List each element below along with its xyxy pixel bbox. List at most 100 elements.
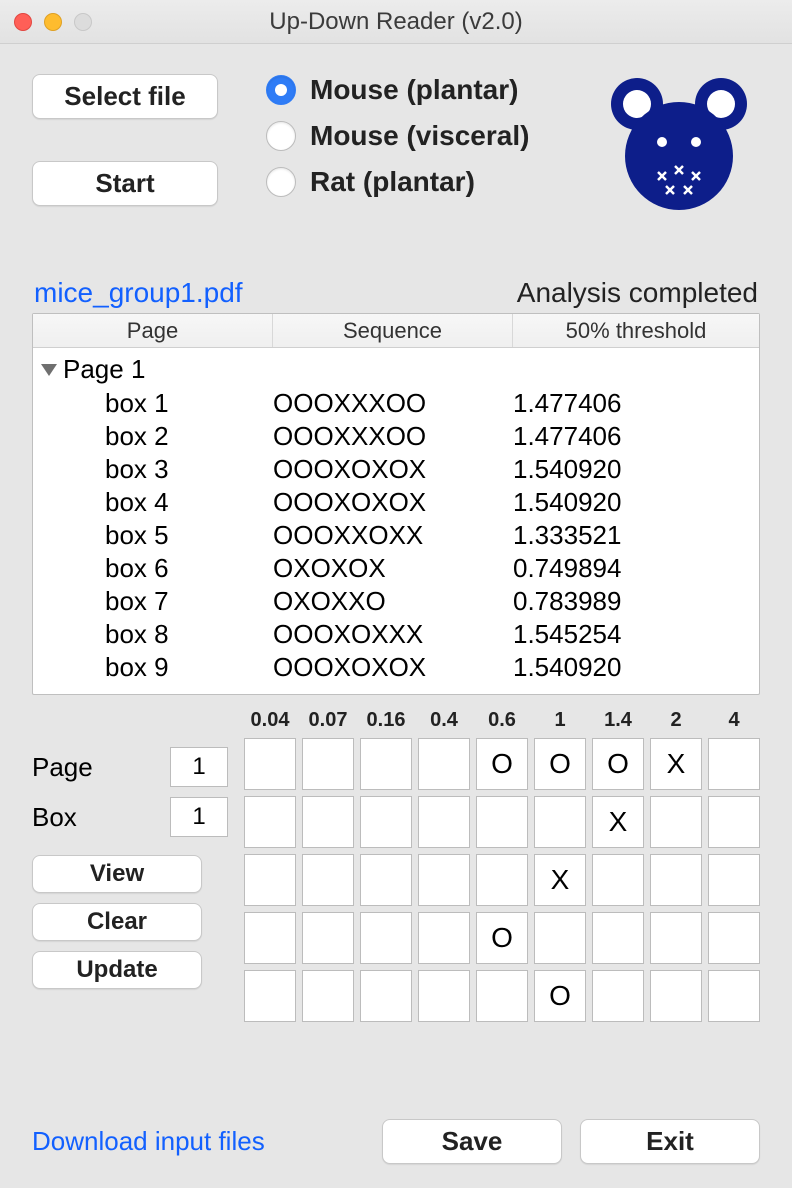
grid-cell[interactable] bbox=[476, 970, 528, 1022]
minimize-icon[interactable] bbox=[44, 13, 62, 31]
grid-cell[interactable] bbox=[650, 854, 702, 906]
cell-threshold: 1.477406 bbox=[513, 421, 759, 452]
grid-cell[interactable] bbox=[418, 912, 470, 964]
table-row[interactable]: box 1OOOXXXOO1.477406 bbox=[33, 387, 759, 420]
page-field-label: Page bbox=[32, 752, 93, 783]
radio-mouse-plantar[interactable]: Mouse (plantar) bbox=[266, 74, 529, 106]
grid-cell[interactable] bbox=[244, 912, 296, 964]
grid-cell[interactable]: O bbox=[592, 738, 644, 790]
grid-cell[interactable] bbox=[360, 912, 412, 964]
table-row[interactable]: box 8OOOXOXXX1.545254 bbox=[33, 618, 759, 651]
grid-row: O bbox=[244, 970, 760, 1022]
start-button[interactable]: Start bbox=[32, 161, 218, 206]
grid-cell[interactable] bbox=[708, 796, 760, 848]
box-input[interactable]: 1 bbox=[170, 797, 228, 837]
radio-label: Mouse (plantar) bbox=[310, 74, 518, 106]
grid-cell[interactable] bbox=[302, 738, 354, 790]
species-radio-group: Mouse (plantar) Mouse (visceral) Rat (pl… bbox=[266, 74, 529, 198]
disclosure-triangle-icon bbox=[41, 364, 57, 376]
grid-cell[interactable] bbox=[708, 738, 760, 790]
grid-cell[interactable] bbox=[360, 854, 412, 906]
cell-threshold: 1.477406 bbox=[513, 388, 759, 419]
table-row[interactable]: box 4OOOXOXOX1.540920 bbox=[33, 486, 759, 519]
grid-cell[interactable] bbox=[534, 912, 586, 964]
close-icon[interactable] bbox=[14, 13, 32, 31]
grid-cell[interactable] bbox=[244, 738, 296, 790]
grid-cell[interactable] bbox=[534, 796, 586, 848]
grid-cell[interactable] bbox=[418, 738, 470, 790]
grid-cell[interactable] bbox=[244, 796, 296, 848]
grid-cell[interactable] bbox=[708, 970, 760, 1022]
grid-cell[interactable] bbox=[476, 854, 528, 906]
cell-sequence: OOOXOXOX bbox=[273, 487, 513, 518]
grid-cell[interactable] bbox=[244, 970, 296, 1022]
cell-sequence: OXOXXO bbox=[273, 586, 513, 617]
status-label: Analysis completed bbox=[517, 277, 758, 309]
grid-cell[interactable] bbox=[650, 796, 702, 848]
table-row[interactable]: box 5OOOXXOXX1.333521 bbox=[33, 519, 759, 552]
cell-sequence: OOOXOXOX bbox=[273, 652, 513, 683]
col-header-threshold[interactable]: 50% threshold bbox=[513, 314, 759, 347]
grid-cell[interactable] bbox=[360, 738, 412, 790]
grid-cell[interactable]: O bbox=[476, 738, 528, 790]
grid-cell[interactable] bbox=[302, 796, 354, 848]
grid-cell[interactable] bbox=[418, 796, 470, 848]
grid-cell[interactable]: O bbox=[476, 912, 528, 964]
grid-cell[interactable] bbox=[418, 970, 470, 1022]
grid-col-header: 0.4 bbox=[418, 709, 470, 732]
clear-button[interactable]: Clear bbox=[32, 903, 202, 941]
grid-col-header: 4 bbox=[708, 709, 760, 732]
exit-button[interactable]: Exit bbox=[580, 1119, 760, 1164]
grid-cell[interactable]: O bbox=[534, 970, 586, 1022]
grid-cell[interactable] bbox=[592, 854, 644, 906]
grid-cell[interactable] bbox=[360, 796, 412, 848]
grid-cell[interactable] bbox=[302, 854, 354, 906]
page-group-row[interactable]: Page 1 bbox=[33, 352, 759, 387]
table-row[interactable]: box 2OOOXXXOO1.477406 bbox=[33, 420, 759, 453]
box-field-label: Box bbox=[32, 802, 77, 833]
grid-row: X bbox=[244, 854, 760, 906]
grid-cell[interactable] bbox=[592, 912, 644, 964]
grid-cell[interactable]: X bbox=[650, 738, 702, 790]
download-link[interactable]: Download input files bbox=[32, 1126, 265, 1157]
table-row[interactable]: box 6OXOXOX0.749894 bbox=[33, 552, 759, 585]
grid-col-header: 1 bbox=[534, 709, 586, 732]
view-button[interactable]: View bbox=[32, 855, 202, 893]
col-header-page[interactable]: Page bbox=[33, 314, 273, 347]
grid-cell[interactable] bbox=[244, 854, 296, 906]
cell-threshold: 0.783989 bbox=[513, 586, 759, 617]
grid-cell[interactable] bbox=[708, 912, 760, 964]
grid-cell[interactable]: O bbox=[534, 738, 586, 790]
radio-icon bbox=[266, 167, 296, 197]
grid-cell[interactable]: X bbox=[534, 854, 586, 906]
update-button[interactable]: Update bbox=[32, 951, 202, 989]
grid-cell[interactable] bbox=[418, 854, 470, 906]
table-row[interactable]: box 9OOOXOXOX1.540920 bbox=[33, 651, 759, 684]
col-header-sequence[interactable]: Sequence bbox=[273, 314, 513, 347]
titlebar: Up-Down Reader (v2.0) bbox=[0, 0, 792, 44]
table-row[interactable]: box 3OOOXOXOX1.540920 bbox=[33, 453, 759, 486]
grid-cell[interactable] bbox=[708, 854, 760, 906]
cell-threshold: 1.540920 bbox=[513, 454, 759, 485]
grid-cell[interactable]: X bbox=[592, 796, 644, 848]
cell-box: box 6 bbox=[33, 553, 273, 584]
grid-cell[interactable] bbox=[592, 970, 644, 1022]
radio-mouse-visceral[interactable]: Mouse (visceral) bbox=[266, 120, 529, 152]
grid-cell[interactable] bbox=[302, 912, 354, 964]
grid-col-header: 0.04 bbox=[244, 709, 296, 732]
grid-cell[interactable] bbox=[650, 970, 702, 1022]
grid-col-header: 0.6 bbox=[476, 709, 528, 732]
grid-cell[interactable] bbox=[360, 970, 412, 1022]
page-input[interactable]: 1 bbox=[170, 747, 228, 787]
table-row[interactable]: box 7OXOXXO0.783989 bbox=[33, 585, 759, 618]
cell-box: box 9 bbox=[33, 652, 273, 683]
select-file-button[interactable]: Select file bbox=[32, 74, 218, 119]
cell-box: box 3 bbox=[33, 454, 273, 485]
save-button[interactable]: Save bbox=[382, 1119, 562, 1164]
grid-cell[interactable] bbox=[476, 796, 528, 848]
grid-cell[interactable] bbox=[650, 912, 702, 964]
radio-rat-plantar[interactable]: Rat (plantar) bbox=[266, 166, 529, 198]
grid-cell[interactable] bbox=[302, 970, 354, 1022]
radio-label: Mouse (visceral) bbox=[310, 120, 529, 152]
maximize-icon bbox=[74, 13, 92, 31]
